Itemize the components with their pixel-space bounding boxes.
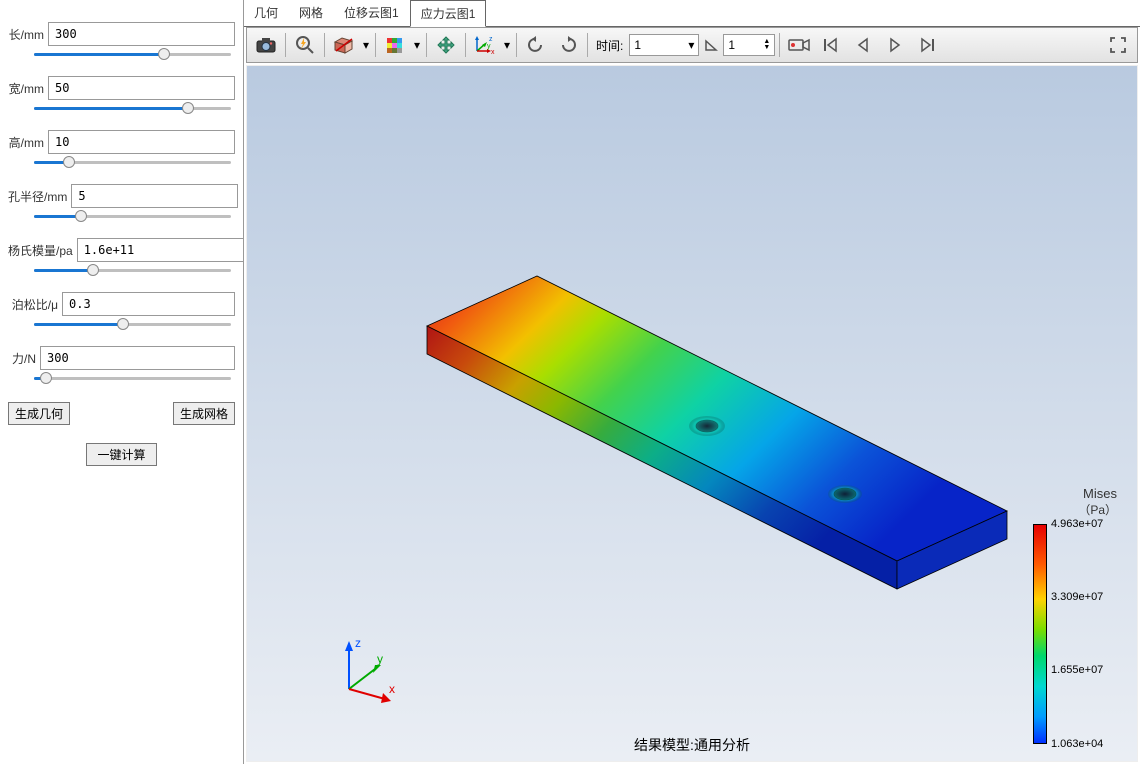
angle-select[interactable]: 1 ▲▼ — [723, 34, 775, 56]
param-input-1[interactable] — [48, 76, 235, 100]
fullscreen-icon[interactable] — [1103, 31, 1133, 59]
cube-slash-icon[interactable] — [329, 31, 359, 59]
toolbar: ▾ ▾ zyx ▾ 时间: 1▾ — [246, 27, 1138, 63]
tabs: 几何网格位移云图1应力云图1 — [244, 0, 1140, 27]
param-slider-5[interactable] — [34, 322, 231, 328]
param-input-3[interactable] — [71, 184, 238, 208]
color-legend: Mises （Pa） 4.963e+073.309e+071.655e+071.… — [1027, 486, 1117, 744]
param-input-0[interactable] — [48, 22, 235, 46]
time-label: 时间: — [596, 37, 623, 54]
play-icon[interactable] — [880, 31, 910, 59]
stress-contour-plate — [407, 266, 1027, 616]
step-back-icon[interactable] — [848, 31, 878, 59]
param-slider-2[interactable] — [34, 160, 231, 166]
param-label-5: 泊松比/μ — [8, 296, 62, 313]
param-label-6: 力/N — [8, 350, 40, 367]
param-slider-4[interactable] — [34, 268, 231, 274]
param-label-0: 长/mm — [8, 26, 48, 43]
legend-tick: 3.309e+07 — [1051, 591, 1103, 603]
dropdown-icon[interactable]: ▾ — [412, 38, 422, 52]
legend-tick: 1.063e+04 — [1051, 738, 1103, 750]
param-label-4: 杨氏模量/pa — [8, 242, 77, 259]
tab-0[interactable]: 几何 — [244, 0, 289, 26]
main: 几何网格位移云图1应力云图1 ▾ ▾ — [244, 0, 1140, 764]
param-slider-3[interactable] — [34, 214, 231, 220]
param-label-1: 宽/mm — [8, 80, 48, 97]
svg-text:x: x — [491, 49, 495, 55]
compute-button[interactable]: 一键计算 — [86, 443, 156, 466]
legend-tick: 4.963e+07 — [1051, 518, 1103, 530]
svg-text:x: x — [389, 682, 395, 696]
skip-first-icon[interactable] — [816, 31, 846, 59]
skip-last-icon[interactable] — [912, 31, 942, 59]
tab-3[interactable]: 应力云图1 — [410, 0, 487, 27]
tab-1[interactable]: 网格 — [289, 0, 334, 26]
param-slider-6[interactable] — [34, 376, 231, 382]
viewport[interactable]: z y x Mises （Pa） 4.963e+073.309e+071.655… — [246, 65, 1138, 762]
dropdown-icon[interactable]: ▾ — [502, 38, 512, 52]
param-input-4[interactable] — [77, 238, 244, 262]
sidebar: 长/mm 宽/mm 高/mm 孔半径/mm 杨氏模量/p — [0, 0, 244, 764]
rotate-cw-icon[interactable] — [553, 31, 583, 59]
svg-text:z: z — [355, 636, 361, 650]
param-slider-0[interactable] — [34, 52, 231, 58]
param-input-6[interactable] — [40, 346, 235, 370]
generate-mesh-button[interactable]: 生成网格 — [173, 402, 235, 425]
generate-geometry-button[interactable]: 生成几何 — [8, 402, 70, 425]
svg-text:y: y — [377, 652, 383, 666]
dropdown-icon[interactable]: ▾ — [361, 38, 371, 52]
result-model-label: 结果模型:通用分析 — [634, 735, 750, 755]
color-cube-icon[interactable] — [380, 31, 410, 59]
rotate-ccw-icon[interactable] — [521, 31, 551, 59]
tab-2[interactable]: 位移云图1 — [334, 0, 410, 26]
param-label-2: 高/mm — [8, 134, 48, 151]
time-select[interactable]: 1▾ — [629, 34, 699, 56]
camera-icon[interactable] — [251, 31, 281, 59]
svg-text:z: z — [489, 36, 493, 43]
param-input-2[interactable] — [48, 130, 235, 154]
param-input-5[interactable] — [62, 292, 235, 316]
record-icon[interactable] — [784, 31, 814, 59]
legend-tick: 1.655e+07 — [1051, 664, 1103, 676]
zoom-lightning-icon[interactable] — [290, 31, 320, 59]
param-label-3: 孔半径/mm — [8, 188, 71, 205]
move-icon[interactable] — [431, 31, 461, 59]
coordinate-triad: z y x — [333, 633, 405, 705]
angle-icon[interactable] — [701, 31, 721, 59]
axis-icon[interactable]: zyx — [470, 31, 500, 59]
param-slider-1[interactable] — [34, 106, 231, 112]
